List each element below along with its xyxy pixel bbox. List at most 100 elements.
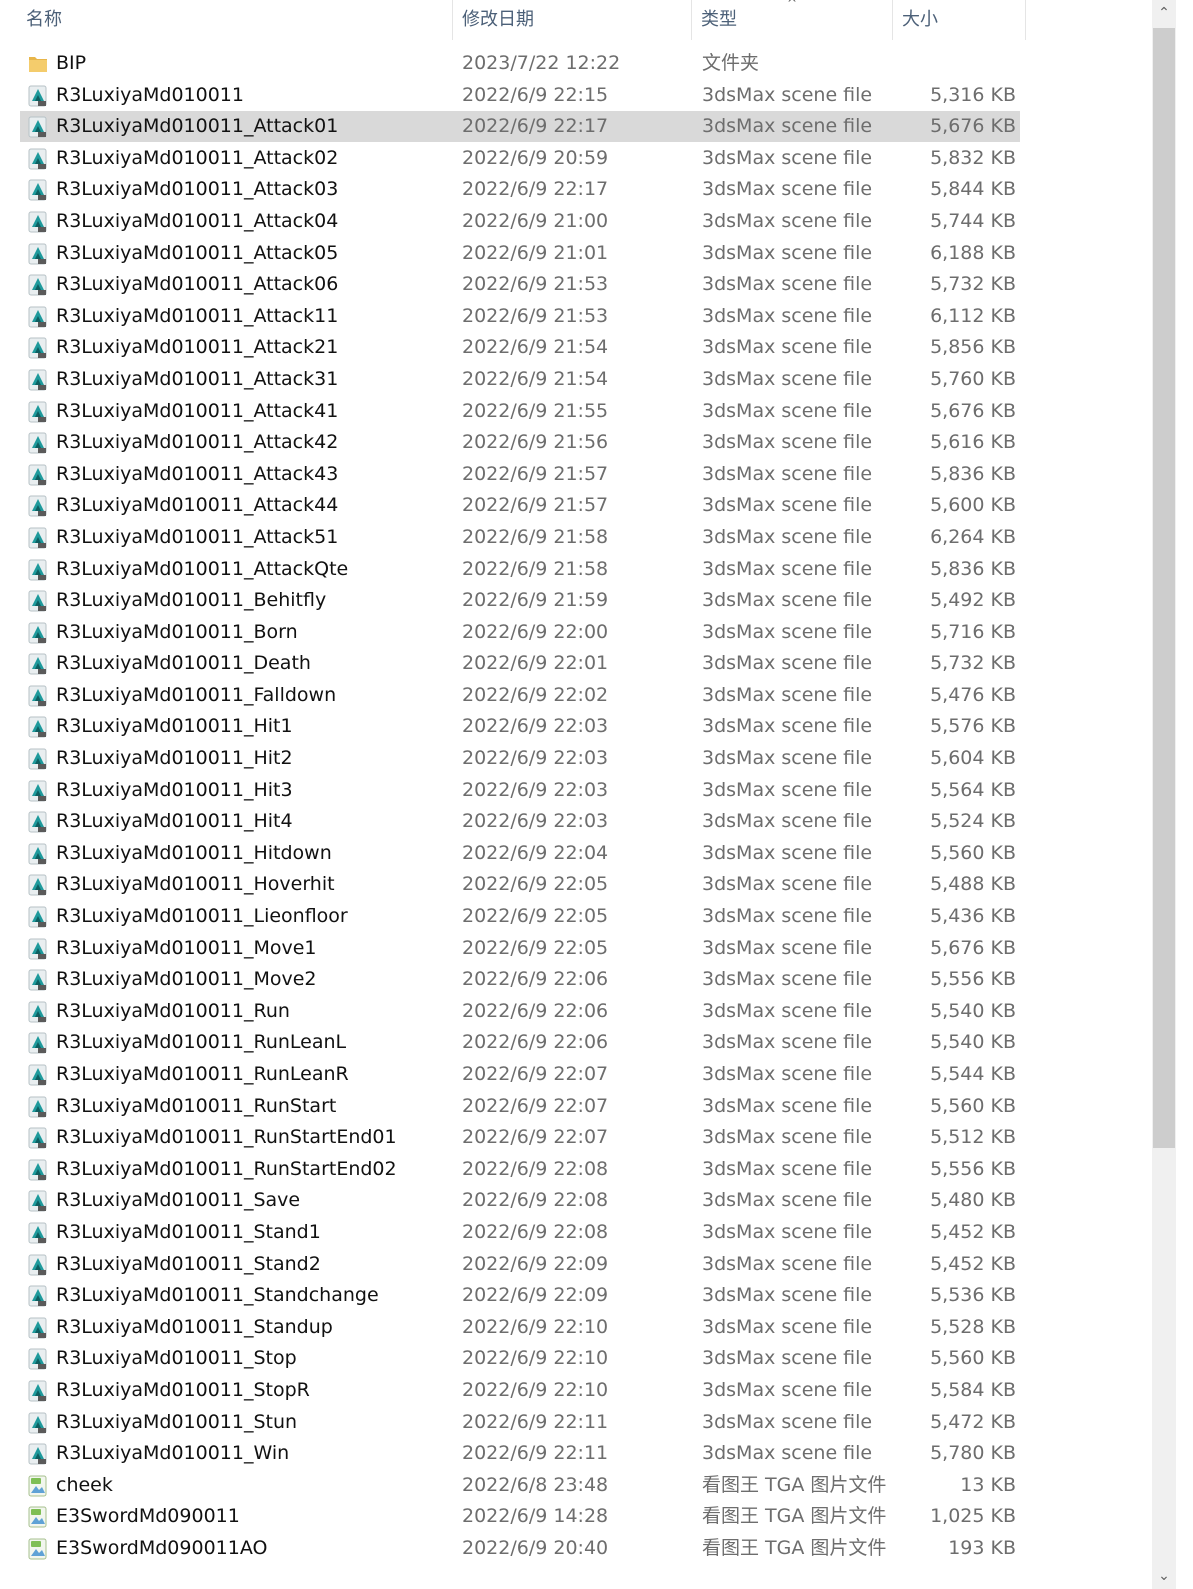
scroll-down-icon[interactable]: ⌄ xyxy=(1152,1563,1176,1589)
file-row[interactable]: R3LuxiyaMd010011_Attack03 2022/6/9 22:17 3… xyxy=(0,174,1030,206)
file-row[interactable]: R3LuxiyaMd010011_RunLeanR 2022/6/9 22:07 3… xyxy=(0,1059,1030,1091)
file-name[interactable]: R3LuxiyaMd010011_Hit2 xyxy=(56,743,293,775)
column-divider[interactable] xyxy=(452,0,453,40)
file-name[interactable]: R3LuxiyaMd010011_RunLeanR xyxy=(56,1059,349,1091)
file-name[interactable]: R3LuxiyaMd010011_Attack43 xyxy=(56,459,338,491)
column-divider[interactable] xyxy=(1025,0,1026,40)
file-name[interactable]: R3LuxiyaMd010011_AttackQte xyxy=(56,554,348,586)
file-name[interactable]: R3LuxiyaMd010011_Move1 xyxy=(56,933,317,965)
file-row[interactable]: R3LuxiyaMd010011_RunStart 2022/6/9 22:07 3… xyxy=(0,1091,1030,1123)
file-name[interactable]: R3LuxiyaMd010011_Attack04 xyxy=(56,206,338,238)
file-name[interactable]: R3LuxiyaMd010011_Lieonfloor xyxy=(56,901,348,933)
file-row[interactable]: R3LuxiyaMd010011_Attack41 2022/6/9 21:55 3… xyxy=(0,396,1030,428)
file-row[interactable]: R3LuxiyaMd010011_Stand1 2022/6/9 22:08 3ds… xyxy=(0,1217,1030,1249)
file-row[interactable]: R3LuxiyaMd010011_Born 2022/6/9 22:00 3dsMa… xyxy=(0,617,1030,649)
file-row[interactable]: R3LuxiyaMd010011_Hit2 2022/6/9 22:03 3dsMa… xyxy=(0,743,1030,775)
column-header-size[interactable]: 大小 xyxy=(902,0,938,40)
file-row[interactable]: R3LuxiyaMd010011_Attack43 2022/6/9 21:57 3… xyxy=(0,459,1030,491)
file-row[interactable]: R3LuxiyaMd010011_Attack42 2022/6/9 21:56 3… xyxy=(0,427,1030,459)
file-row[interactable]: R3LuxiyaMd010011_Save 2022/6/9 22:08 3dsMa… xyxy=(0,1185,1030,1217)
file-name[interactable]: R3LuxiyaMd010011 xyxy=(56,80,244,112)
file-name[interactable]: R3LuxiyaMd010011_Attack06 xyxy=(56,269,338,301)
file-name[interactable]: R3LuxiyaMd010011_Hit4 xyxy=(56,806,293,838)
file-row[interactable]: R3LuxiyaMd010011_Attack04 2022/6/9 21:00 3… xyxy=(0,206,1030,238)
file-name[interactable]: R3LuxiyaMd010011_Stop xyxy=(56,1343,297,1375)
file-row[interactable]: R3LuxiyaMd010011_Hoverhit 2022/6/9 22:05 3… xyxy=(0,869,1030,901)
file-name[interactable]: E3SwordMd090011AO xyxy=(56,1533,267,1565)
file-row[interactable]: R3LuxiyaMd010011_Hitdown 2022/6/9 22:04 3d… xyxy=(0,838,1030,870)
file-row[interactable]: R3LuxiyaMd010011_AttackQte 2022/6/9 21:58… xyxy=(0,554,1030,586)
scroll-thumb[interactable] xyxy=(1153,28,1175,1148)
file-name[interactable]: R3LuxiyaMd010011_Stun xyxy=(56,1407,297,1439)
file-name[interactable]: R3LuxiyaMd010011_Attack02 xyxy=(56,143,338,175)
file-row[interactable]: R3LuxiyaMd010011_RunStartEnd02 2022/6/9 2… xyxy=(0,1154,1030,1186)
file-row[interactable]: R3LuxiyaMd010011_Win 2022/6/9 22:11 3dsMax… xyxy=(0,1438,1030,1470)
file-row[interactable]: R3LuxiyaMd010011_Attack02 2022/6/9 20:59 3… xyxy=(0,143,1030,175)
file-row[interactable]: R3LuxiyaMd010011_Behitfly 2022/6/9 21:59 3… xyxy=(0,585,1030,617)
file-row[interactable]: cheek 2022/6/8 23:48 看图王 TGA 图片文件 13 KB xyxy=(0,1470,1030,1502)
column-header-name[interactable]: 名称 xyxy=(26,0,62,40)
file-name[interactable]: R3LuxiyaMd010011_Attack21 xyxy=(56,332,338,364)
file-name[interactable]: R3LuxiyaMd010011_Attack11 xyxy=(56,301,338,333)
file-row[interactable]: R3LuxiyaMd010011_Stand2 2022/6/9 22:09 3ds… xyxy=(0,1249,1030,1281)
file-row[interactable]: R3LuxiyaMd010011_Attack05 2022/6/9 21:01 3… xyxy=(0,238,1030,270)
file-row[interactable]: BIP 2023/7/22 12:22 文件夹 xyxy=(0,48,1030,80)
file-row[interactable]: R3LuxiyaMd010011_Death 2022/6/9 22:01 3dsM… xyxy=(0,648,1030,680)
file-name[interactable]: R3LuxiyaMd010011_Standchange xyxy=(56,1280,379,1312)
file-name[interactable]: R3LuxiyaMd010011_Stand2 xyxy=(56,1249,321,1281)
file-row[interactable]: R3LuxiyaMd010011_Run 2022/6/9 22:06 3dsMax… xyxy=(0,996,1030,1028)
file-name[interactable]: R3LuxiyaMd010011_Run xyxy=(56,996,290,1028)
file-row[interactable]: R3LuxiyaMd010011_RunLeanL 2022/6/9 22:06 3… xyxy=(0,1027,1030,1059)
file-row[interactable]: R3LuxiyaMd010011 2022/6/9 22:15 3dsMax sce… xyxy=(0,80,1030,112)
column-header-type[interactable]: 类型 xyxy=(701,0,737,40)
file-row[interactable]: R3LuxiyaMd010011_Standchange 2022/6/9 22:… xyxy=(0,1280,1030,1312)
file-name[interactable]: R3LuxiyaMd010011_Hit3 xyxy=(56,775,293,807)
file-row[interactable]: R3LuxiyaMd010011_Falldown 2022/6/9 22:02 3… xyxy=(0,680,1030,712)
file-name[interactable]: R3LuxiyaMd010011_Attack05 xyxy=(56,238,338,270)
file-name[interactable]: R3LuxiyaMd010011_Win xyxy=(56,1438,289,1470)
file-row[interactable]: R3LuxiyaMd010011_Hit1 2022/6/9 22:03 3dsMa… xyxy=(0,711,1030,743)
scroll-up-icon[interactable]: ⌃ xyxy=(1152,0,1176,26)
file-row[interactable]: R3LuxiyaMd010011_Attack44 2022/6/9 21:57 3… xyxy=(0,490,1030,522)
file-name[interactable]: R3LuxiyaMd010011_Hit1 xyxy=(56,711,293,743)
column-header-date[interactable]: 修改日期 xyxy=(462,0,534,40)
file-row[interactable]: R3LuxiyaMd010011_Standup 2022/6/9 22:10 3d… xyxy=(0,1312,1030,1344)
file-row[interactable]: R3LuxiyaMd010011_Hit4 2022/6/9 22:03 3dsMa… xyxy=(0,806,1030,838)
file-name[interactable]: R3LuxiyaMd010011_Hitdown xyxy=(56,838,332,870)
file-name[interactable]: R3LuxiyaMd010011_Standup xyxy=(56,1312,333,1344)
file-name[interactable]: R3LuxiyaMd010011_Attack03 xyxy=(56,174,338,206)
file-row[interactable]: R3LuxiyaMd010011_Attack11 2022/6/9 21:53 3… xyxy=(0,301,1030,333)
file-name[interactable]: R3LuxiyaMd010011_Attack42 xyxy=(56,427,338,459)
file-row[interactable]: E3SwordMd090011 2022/6/9 14:28 看图王 TGA 图片文… xyxy=(0,1501,1030,1533)
file-row[interactable]: E3SwordMd090011AO 2022/6/9 20:40 看图王 TGA 图… xyxy=(0,1533,1030,1565)
file-name[interactable]: R3LuxiyaMd010011_Save xyxy=(56,1185,300,1217)
file-row[interactable]: R3LuxiyaMd010011_StopR 2022/6/9 22:10 3dsM… xyxy=(0,1375,1030,1407)
file-name[interactable]: R3LuxiyaMd010011_Stand1 xyxy=(56,1217,321,1249)
file-row[interactable]: R3LuxiyaMd010011_Move2 2022/6/9 22:06 3dsM… xyxy=(0,964,1030,996)
column-divider[interactable] xyxy=(892,0,893,40)
column-divider[interactable] xyxy=(691,0,692,40)
file-name[interactable]: R3LuxiyaMd010011_Born xyxy=(56,617,298,649)
file-name[interactable]: R3LuxiyaMd010011_Hoverhit xyxy=(56,869,335,901)
file-row[interactable]: R3LuxiyaMd010011_RunStartEnd01 2022/6/9 2… xyxy=(0,1122,1030,1154)
file-row[interactable]: R3LuxiyaMd010011_Stun 2022/6/9 22:11 3dsMa… xyxy=(0,1407,1030,1439)
file-row[interactable]: R3LuxiyaMd010011_Attack21 2022/6/9 21:54 3… xyxy=(0,332,1030,364)
file-name[interactable]: E3SwordMd090011 xyxy=(56,1501,240,1533)
file-name[interactable]: R3LuxiyaMd010011_Attack51 xyxy=(56,522,338,554)
file-row[interactable]: R3LuxiyaMd010011_Move1 2022/6/9 22:05 3dsM… xyxy=(0,933,1030,965)
file-name[interactable]: R3LuxiyaMd010011_Move2 xyxy=(56,964,317,996)
file-name[interactable]: BIP xyxy=(56,48,86,80)
file-row[interactable]: R3LuxiyaMd010011_Hit3 2022/6/9 22:03 3dsMa… xyxy=(0,775,1030,807)
file-name[interactable]: cheek xyxy=(56,1470,113,1502)
file-name[interactable]: R3LuxiyaMd010011_RunStart xyxy=(56,1091,336,1123)
file-name[interactable]: R3LuxiyaMd010011_RunStartEnd01 xyxy=(56,1122,397,1154)
file-row[interactable]: R3LuxiyaMd010011_Stop 2022/6/9 22:10 3dsMa… xyxy=(0,1343,1030,1375)
file-name[interactable]: R3LuxiyaMd010011_Behitfly xyxy=(56,585,326,617)
file-row[interactable]: R3LuxiyaMd010011_Attack31 2022/6/9 21:54 3… xyxy=(0,364,1030,396)
vertical-scrollbar[interactable]: ⌃ ⌄ xyxy=(1152,0,1176,1589)
file-row[interactable]: R3LuxiyaMd010011_Attack01 2022/6/9 22:17 3… xyxy=(0,111,1030,143)
file-name[interactable]: R3LuxiyaMd010011_Attack44 xyxy=(56,490,338,522)
file-name[interactable]: R3LuxiyaMd010011_RunLeanL xyxy=(56,1027,346,1059)
file-row[interactable]: R3LuxiyaMd010011_Lieonfloor 2022/6/9 22:0… xyxy=(0,901,1030,933)
file-name[interactable]: R3LuxiyaMd010011_Attack41 xyxy=(56,396,338,428)
